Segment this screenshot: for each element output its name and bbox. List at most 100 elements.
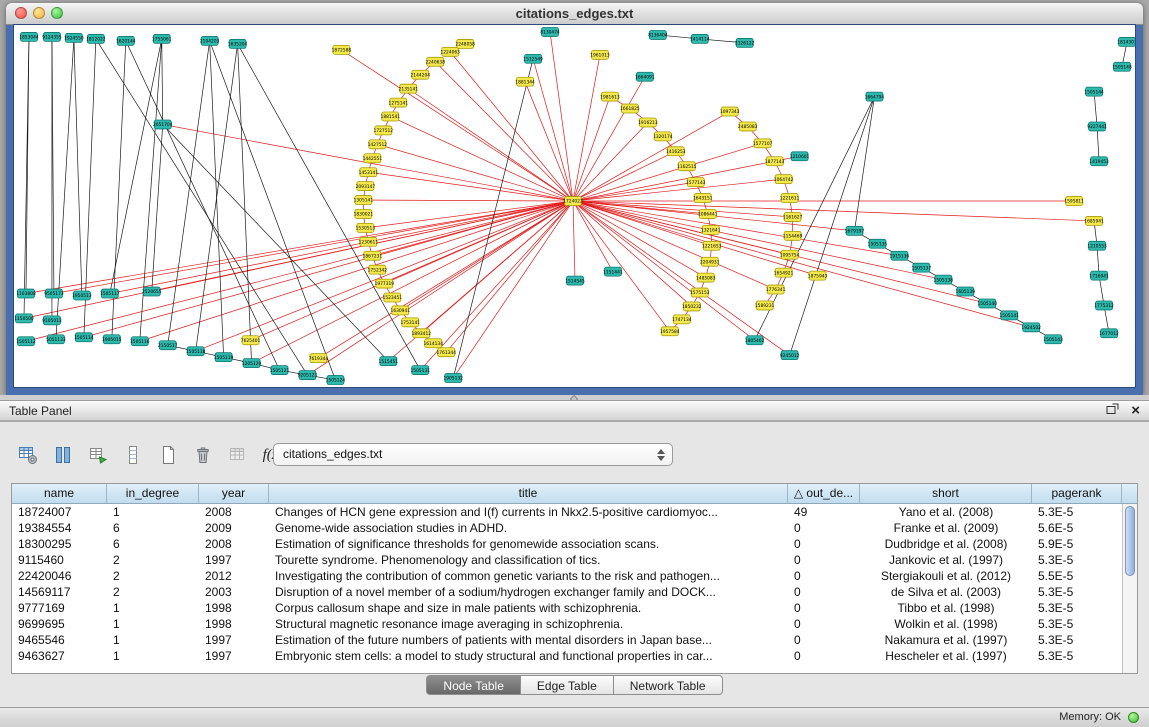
- table-cell[interactable]: 0: [788, 552, 860, 568]
- graph-node[interactable]: 1867231: [363, 251, 383, 260]
- graph-node[interactable]: 1514545: [565, 276, 585, 285]
- table-cell[interactable]: 5.6E-5: [1032, 520, 1122, 536]
- graph-node[interactable]: 1664794: [865, 92, 885, 101]
- merge-tables-icon[interactable]: [224, 442, 252, 468]
- graph-edge[interactable]: [400, 201, 573, 310]
- graph-node[interactable]: 5051133: [46, 335, 66, 344]
- graph-node[interactable]: 1485083: [696, 273, 716, 282]
- graph-node[interactable]: 1643151: [693, 194, 713, 203]
- scrollbar-thumb[interactable]: [1125, 506, 1135, 576]
- zoom-window-icon[interactable]: [51, 7, 63, 19]
- table-cell[interactable]: Dudbridge et al. (2008): [860, 536, 1032, 552]
- graph-node[interactable]: 1154469: [783, 231, 803, 240]
- graph-node[interactable]: 1775312: [1094, 301, 1114, 310]
- table-cell[interactable]: Investigating the contribution of common…: [269, 568, 788, 584]
- graph-node[interactable]: 9227441: [1087, 122, 1107, 131]
- graph-edge[interactable]: [1094, 92, 1097, 127]
- table-cell[interactable]: Changes of HCN gene expression and I(f) …: [269, 504, 788, 520]
- table-cell[interactable]: 18300295: [12, 536, 107, 552]
- float-panel-icon[interactable]: [1106, 402, 1119, 420]
- table-cell[interactable]: Tourette syndrome. Phenomenology and cla…: [269, 552, 788, 568]
- graph-node[interactable]: 9124355: [42, 32, 62, 41]
- graph-node[interactable]: 1419453: [1089, 157, 1109, 166]
- delete-table-icon[interactable]: [189, 442, 217, 468]
- table-cell[interactable]: 1998: [199, 600, 269, 616]
- table-row[interactable]: 1830029562008Estimation of significance …: [12, 536, 1122, 552]
- graph-node[interactable]: 1872588: [332, 45, 352, 54]
- graph-node[interactable]: 1924502: [1021, 323, 1041, 332]
- table-row[interactable]: 1456911722003Disruption of a novel membe…: [12, 584, 1122, 600]
- graph-node[interactable]: 1305141: [354, 196, 374, 205]
- graph-node[interactable]: 1577107: [753, 139, 773, 148]
- row-view-icon[interactable]: [119, 442, 147, 468]
- tab-node-table[interactable]: Node Table: [426, 675, 521, 695]
- graph-node[interactable]: 1812022: [86, 34, 106, 43]
- graph-node[interactable]: 2150517: [158, 341, 178, 350]
- table-cell[interactable]: 5.3E-5: [1032, 600, 1122, 616]
- graph-node[interactable]: 9205123: [298, 371, 318, 380]
- table-cell[interactable]: Estimation of significance thresholds fo…: [269, 536, 788, 552]
- graph-node[interactable]: 1505131: [411, 366, 431, 375]
- graph-node[interactable]: 7619344: [309, 354, 329, 363]
- table-cell[interactable]: 9465546: [12, 632, 107, 648]
- table-row[interactable]: 1872400712008Changes of HCN gene express…: [12, 504, 1122, 520]
- graph-node[interactable]: 1853044: [19, 32, 39, 41]
- table-cell[interactable]: 0: [788, 616, 860, 632]
- table-cell[interactable]: 19384554: [12, 520, 107, 536]
- graph-node[interactable]: 1957584: [660, 327, 680, 336]
- graph-node[interactable]: 1814301: [1117, 37, 1135, 46]
- graph-node[interactable]: 1635204: [228, 39, 248, 48]
- graph-edge[interactable]: [573, 179, 784, 201]
- graph-edge[interactable]: [74, 38, 82, 296]
- tab-edge-table[interactable]: Edge Table: [521, 675, 614, 695]
- table-cell[interactable]: 2: [107, 568, 199, 584]
- table-cell[interactable]: Tibbo et al. (1998): [860, 600, 1032, 616]
- graph-node[interactable]: 1752342: [368, 265, 388, 274]
- table-cell[interactable]: de Silva et al. (2003): [860, 584, 1032, 600]
- table-cell[interactable]: 2003: [199, 584, 269, 600]
- graph-node[interactable]: 1224063: [440, 47, 460, 56]
- table-cell[interactable]: 9115460: [12, 552, 107, 568]
- graph-node[interactable]: 1523451: [383, 293, 403, 302]
- table-cell[interactable]: 0: [788, 520, 860, 536]
- graph-node[interactable]: 1505121: [270, 366, 290, 375]
- graph-node[interactable]: 1505116: [130, 337, 150, 346]
- table-cell[interactable]: 1998: [199, 616, 269, 632]
- graph-edge[interactable]: [573, 151, 676, 201]
- table-cell[interactable]: 0: [788, 536, 860, 552]
- table-cell[interactable]: 1: [107, 600, 199, 616]
- graph-node[interactable]: 1753141: [401, 318, 421, 327]
- table-cell[interactable]: 1997: [199, 648, 269, 664]
- graph-edge[interactable]: [573, 55, 600, 201]
- graph-edge[interactable]: [252, 201, 573, 363]
- graph-edge[interactable]: [1097, 126, 1099, 161]
- graph-node[interactable]: 1150500: [14, 314, 34, 323]
- graph-node[interactable]: 1505138: [934, 275, 954, 284]
- graph-node[interactable]: 1505112: [16, 337, 36, 346]
- table-cell[interactable]: Wolkin et al. (1998): [860, 616, 1032, 632]
- graph-node[interactable]: 2240638: [425, 57, 445, 66]
- table-cell[interactable]: 2: [107, 584, 199, 600]
- graph-node[interactable]: 1893412: [412, 329, 432, 338]
- table-cell[interactable]: 2: [107, 552, 199, 568]
- graph-node[interactable]: 1416253: [666, 147, 686, 156]
- graph-node[interactable]: 1505118: [186, 347, 206, 356]
- graph-edge[interactable]: [450, 52, 573, 201]
- table-cell[interactable]: Structural magnetic resonance image aver…: [269, 616, 788, 632]
- table-cell[interactable]: 2008: [199, 504, 269, 520]
- graph-edge[interactable]: [54, 201, 573, 293]
- graph-node[interactable]: 1595811: [1064, 197, 1084, 206]
- graph-node[interactable]: 1512549: [523, 54, 543, 63]
- graph-node[interactable]: 1850232: [682, 302, 702, 311]
- graph-node[interactable]: 1747134: [672, 315, 692, 324]
- vertical-scrollbar[interactable]: [1122, 504, 1137, 673]
- table-cell[interactable]: 5.3E-5: [1032, 632, 1122, 648]
- graph-node[interactable]: 1505143: [1043, 335, 1063, 344]
- graph-node[interactable]: 1575153: [690, 288, 710, 297]
- graph-edge[interactable]: [573, 97, 610, 201]
- graph-node[interactable]: 1916213: [638, 118, 658, 127]
- table-cell[interactable]: 0: [788, 568, 860, 584]
- graph-edge[interactable]: [341, 50, 573, 201]
- graph-node[interactable]: 1620144: [116, 36, 136, 45]
- graph-node[interactable]: 1515451: [379, 357, 399, 366]
